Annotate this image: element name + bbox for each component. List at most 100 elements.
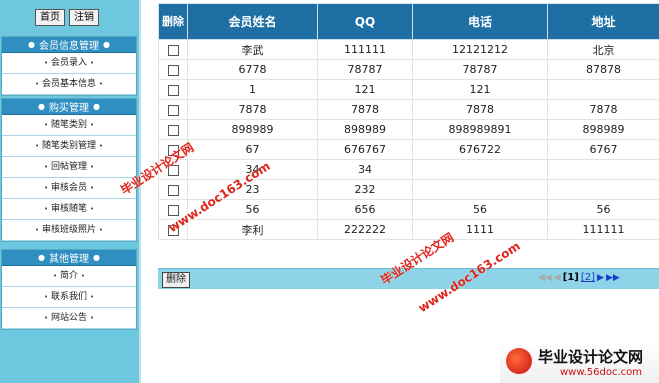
cell-qq: 78787 [317, 59, 413, 80]
menu-item-review-class-photo[interactable]: • 审核班级照片 • [2, 220, 136, 241]
table-row: 6778 78787 78787 87878 [158, 59, 659, 80]
home-button[interactable]: 首页 [35, 9, 65, 26]
row-checkbox-cell [158, 199, 188, 220]
cell-name: 7878 [187, 99, 318, 120]
cell-name: 34 [187, 159, 318, 180]
table-row: 李武 111111 12121212 北京 [158, 39, 659, 60]
menu-item-essay-category-manage[interactable]: • 随笔类别管理 • [2, 136, 136, 157]
row-checkbox[interactable] [167, 44, 179, 56]
menu-item-review-member[interactable]: • 审核会员 • [2, 178, 136, 199]
cell-qq: 7878 [317, 99, 413, 120]
pagination: ◀◀ ◀ [1] [2] ▶ ▶▶ [538, 272, 620, 283]
row-checkbox[interactable] [167, 64, 179, 76]
menu-item-reply-manage[interactable]: • 回帖管理 • [2, 157, 136, 178]
page-link-2[interactable]: [2] [581, 272, 595, 283]
member-table: 删除 会员姓名 QQ 电话 地址 李武 111111 12121212 北京 6778 7… [158, 3, 659, 240]
section-header[interactable]: ● 其他管理 ● [2, 250, 136, 266]
menu-item-review-essay[interactable]: • 审核随笔 • [2, 199, 136, 220]
table-row: 67 676767 676722 6767 [158, 139, 659, 160]
table-row: 56 656 56 56 [158, 199, 659, 220]
menu-item-member-basic-info[interactable]: • 会员基本信息 • [2, 74, 136, 95]
cell-phone [412, 179, 548, 200]
logo-title: 毕业设计论文网 [538, 348, 644, 366]
table-row: 34 34 [158, 159, 659, 180]
cell-address [547, 179, 659, 200]
menu-item-member-entry[interactable]: • 会员录入 • [2, 53, 136, 74]
logout-button[interactable]: 注销 [69, 9, 99, 26]
bullet-icon: ● [93, 253, 100, 262]
section-title: 会员信息管理 [39, 41, 99, 52]
cell-qq: 232 [317, 179, 413, 200]
cell-phone: 676722 [412, 139, 548, 160]
cell-phone: 56 [412, 199, 548, 220]
section-header[interactable]: ● 购买管理 ● [2, 99, 136, 115]
row-checkbox-cell [158, 139, 188, 160]
cell-address: 6767 [547, 139, 659, 160]
row-checkbox-cell [158, 179, 188, 200]
cell-address: 87878 [547, 59, 659, 80]
cell-address: 56 [547, 199, 659, 220]
cell-phone: 7878 [412, 99, 548, 120]
section-header[interactable]: ● 会员信息管理 ● [2, 37, 136, 53]
menu-item-announcement[interactable]: • 网站公告 • [2, 308, 136, 329]
menu-item-intro[interactable]: • 简介 • [2, 266, 136, 287]
row-checkbox[interactable] [167, 204, 179, 216]
top-buttons: 首页 注销 [35, 9, 99, 26]
cell-name: 李武 [187, 39, 318, 60]
column-header-delete: 删除 [158, 3, 188, 40]
row-checkbox[interactable] [167, 184, 179, 196]
cell-phone [412, 159, 548, 180]
table-row: 李利 222222 1111 111111 [158, 219, 659, 240]
bullet-icon: ● [38, 102, 45, 111]
bullet-icon: ● [103, 40, 110, 49]
current-page: [1] [562, 272, 579, 283]
row-checkbox[interactable] [167, 104, 179, 116]
logo-url: www.56doc.com [560, 367, 643, 378]
menu-item-essay-category[interactable]: • 随笔类别 • [2, 115, 136, 136]
cell-name: 898989 [187, 119, 318, 140]
section-title: 其他管理 [49, 254, 89, 265]
delete-button[interactable]: 删除 [162, 272, 190, 288]
prev-page-icon[interactable]: ◀ [554, 273, 561, 283]
row-checkbox[interactable] [167, 124, 179, 136]
table-row: 7878 7878 7878 7878 [158, 99, 659, 120]
watermark-logo: 毕业设计论文网 www.56doc.com [500, 340, 659, 383]
section-title: 购买管理 [49, 103, 89, 114]
cell-name: 1 [187, 79, 318, 100]
row-checkbox[interactable] [167, 84, 179, 96]
column-header-qq: QQ [317, 3, 413, 40]
cell-address: 898989 [547, 119, 659, 140]
cell-phone: 898989891 [412, 119, 548, 140]
first-page-icon[interactable]: ◀◀ [538, 273, 552, 283]
table-row: 1 121 121 [158, 79, 659, 100]
bullet-icon: ● [28, 40, 35, 49]
cell-address: 111111 [547, 219, 659, 240]
column-header-address: 地址 [547, 3, 659, 40]
main-content: 删除 会员姓名 QQ 电话 地址 李武 111111 12121212 北京 6778 7… [155, 0, 659, 383]
menu-item-contact[interactable]: • 联系我们 • [2, 287, 136, 308]
section-purchase: ● 购买管理 ● • 随笔类别 • • 随笔类别管理 • • 回帖管理 • • … [1, 98, 137, 242]
column-header-phone: 电话 [412, 3, 548, 40]
section-member-info: ● 会员信息管理 ● • 会员录入 • • 会员基本信息 • [1, 36, 137, 96]
bullet-icon: ● [93, 102, 100, 111]
row-checkbox[interactable] [167, 224, 179, 236]
row-checkbox[interactable] [167, 144, 179, 156]
next-page-icon[interactable]: ▶ [597, 273, 604, 283]
row-checkbox-cell [158, 39, 188, 60]
cell-qq: 676767 [317, 139, 413, 160]
cell-name: 李利 [187, 219, 318, 240]
cell-name: 23 [187, 179, 318, 200]
table-row: 898989 898989 898989891 898989 [158, 119, 659, 140]
row-checkbox-cell [158, 219, 188, 240]
row-checkbox-cell [158, 79, 188, 100]
cell-address [547, 79, 659, 100]
row-checkbox-cell [158, 59, 188, 80]
table-header-row: 删除 会员姓名 QQ 电话 地址 [158, 3, 659, 40]
cell-address: 北京 [547, 39, 659, 60]
cell-phone: 78787 [412, 59, 548, 80]
cell-phone: 121 [412, 79, 548, 100]
cell-phone: 12121212 [412, 39, 548, 60]
last-page-icon[interactable]: ▶▶ [606, 273, 620, 283]
row-checkbox[interactable] [167, 164, 179, 176]
logo-icon [506, 348, 532, 374]
